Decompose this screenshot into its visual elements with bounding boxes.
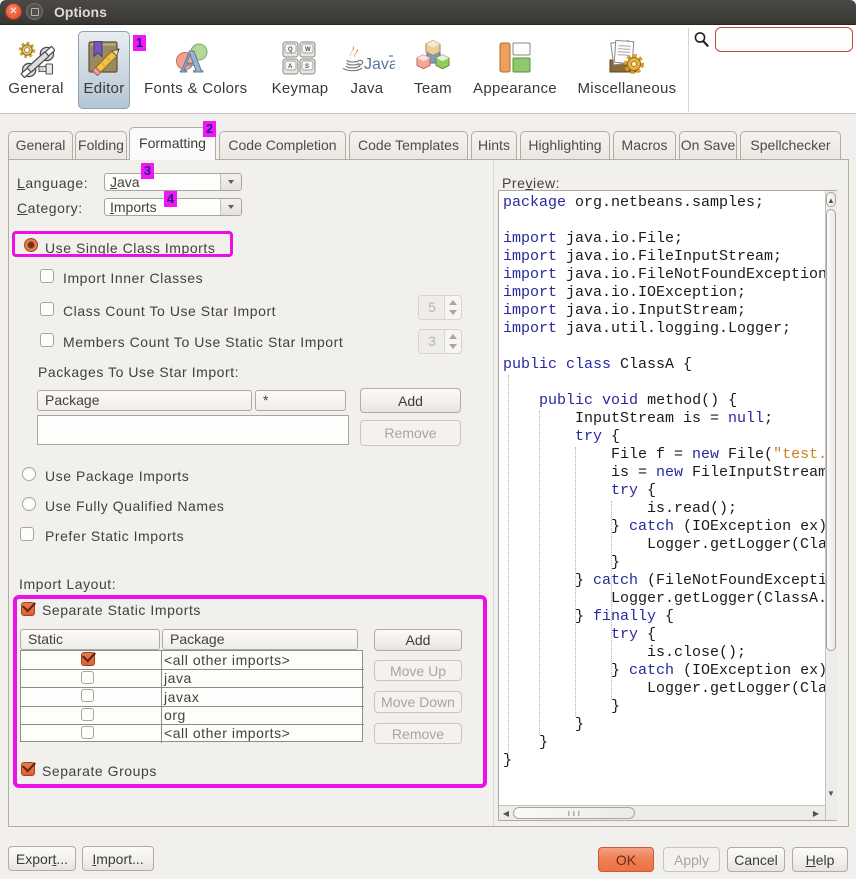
svg-text:Q: Q — [288, 47, 293, 53]
svg-text:Java: Java — [364, 56, 395, 72]
svg-text:S: S — [305, 64, 309, 70]
svg-text:W: W — [305, 47, 311, 53]
svg-text:A: A — [180, 43, 203, 75]
svg-text:A: A — [288, 64, 293, 70]
